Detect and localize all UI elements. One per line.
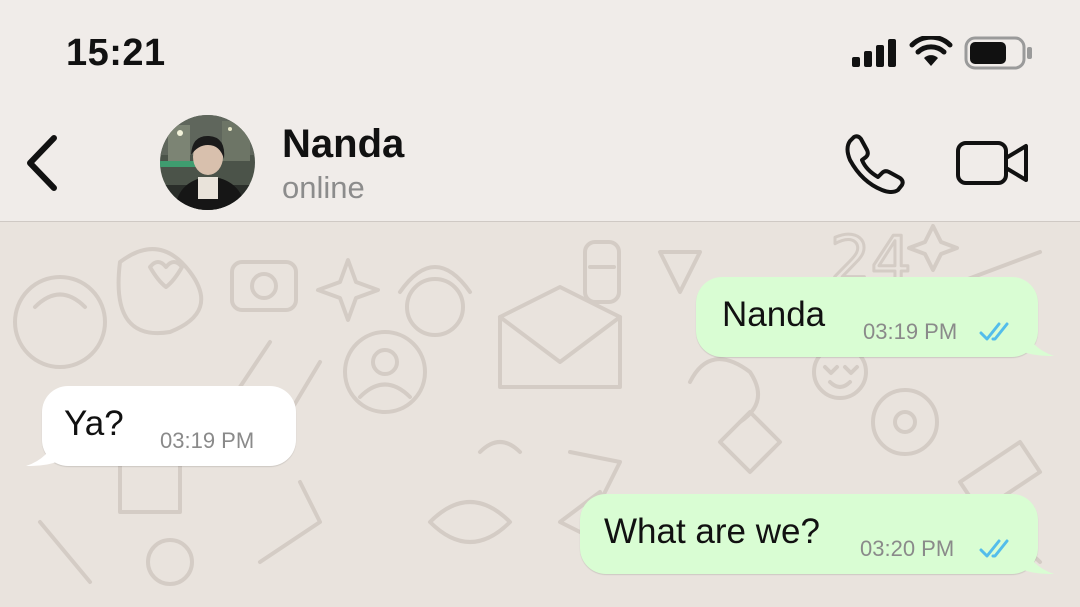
status-bar-time: 15:21 — [66, 32, 166, 74]
contact-status: online — [282, 170, 365, 205]
message-time: 03:19 PM — [160, 428, 255, 453]
message-list[interactable]: 24 Nanda 03:19 PM Ya? 03:19 PM What are … — [0, 222, 1080, 607]
bubble-tail — [1024, 326, 1054, 356]
message-time: 03:19 PM — [863, 319, 958, 344]
message-time: 03:20 PM — [860, 536, 955, 561]
back-button[interactable] — [20, 130, 64, 196]
cellular-signal-icon — [852, 39, 896, 67]
bubble-tail — [26, 436, 56, 466]
message-bubble-outgoing[interactable]: Nanda 03:19 PM — [696, 277, 1038, 357]
chat-header: 15:21 Nanda online — [0, 0, 1080, 222]
bubble-tail — [1024, 544, 1054, 574]
message-text: Nanda — [722, 295, 826, 334]
double-check-icon — [979, 322, 1009, 341]
message-text: Ya? — [64, 404, 124, 443]
contact-name[interactable]: Nanda — [282, 122, 404, 167]
contact-avatar[interactable] — [160, 115, 255, 210]
wifi-icon — [909, 36, 953, 66]
phone-icon[interactable] — [842, 132, 908, 194]
double-check-icon — [979, 539, 1009, 558]
message-bubble-outgoing[interactable]: What are we? 03:20 PM — [580, 494, 1038, 574]
battery-icon — [964, 36, 1032, 70]
chat-screen: 15:21 Nanda online 24 Nanda 03:19 PM Ya?… — [0, 0, 1080, 607]
message-bubble-incoming[interactable]: Ya? 03:19 PM — [42, 386, 296, 466]
message-text: What are we? — [604, 512, 820, 551]
video-camera-icon[interactable] — [955, 136, 1031, 190]
